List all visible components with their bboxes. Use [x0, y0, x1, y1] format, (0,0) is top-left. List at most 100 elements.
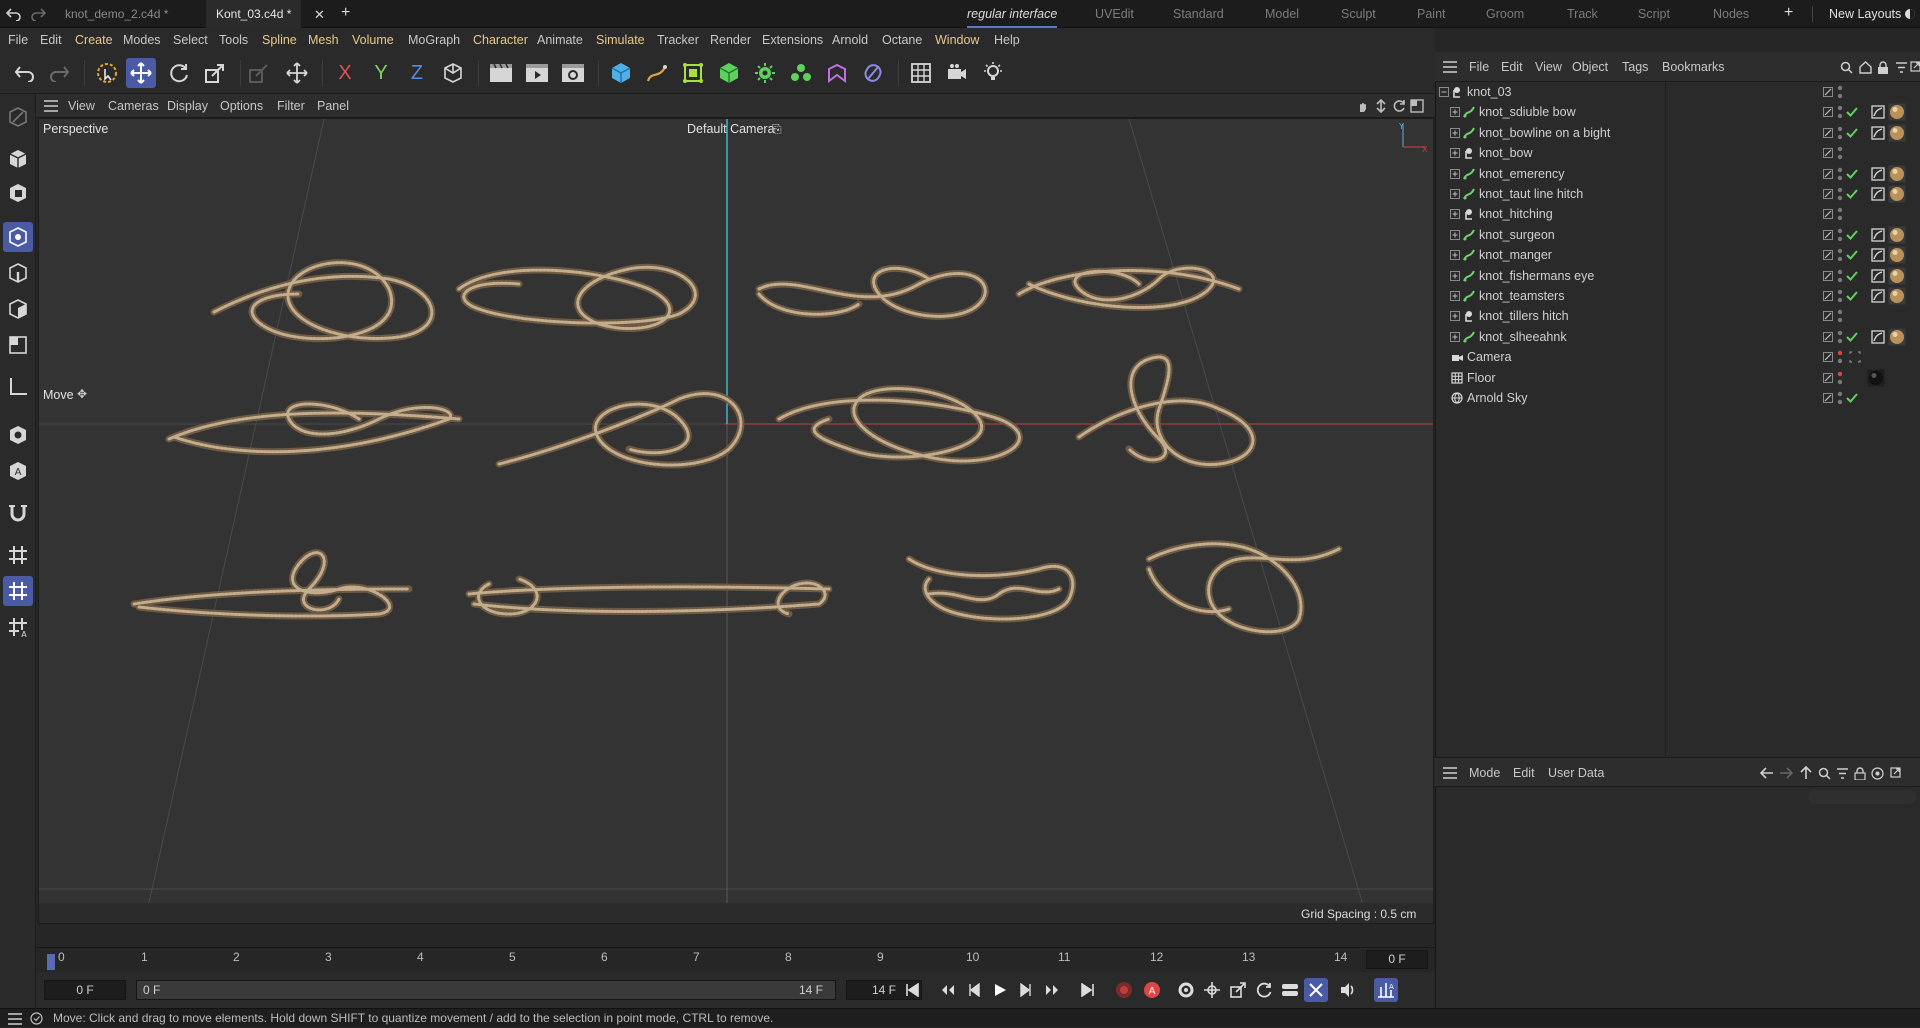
locked-workplane-icon[interactable] — [3, 576, 33, 606]
am-back-icon[interactable] — [1760, 767, 1774, 779]
next-frame-icon[interactable] — [1014, 978, 1038, 1002]
menu-edit[interactable]: Edit — [40, 28, 62, 52]
tab-knot-demo[interactable]: knot_demo_2.c4d * — [65, 0, 168, 28]
am-menu-mode[interactable]: Mode — [1469, 758, 1500, 788]
layer-edit-icon[interactable] — [1823, 168, 1833, 179]
visibility-dots-icon[interactable] — [1837, 349, 1843, 365]
visibility-dots-icon[interactable] — [1837, 166, 1843, 182]
phong-tag-icon[interactable] — [1871, 248, 1885, 262]
layer-edit-icon[interactable] — [1823, 148, 1833, 159]
polygon-mode-icon[interactable] — [3, 294, 33, 324]
attribute-manager-menu-icon[interactable] — [1443, 767, 1457, 779]
layout-nodes[interactable]: Nodes — [1713, 0, 1749, 28]
material-tag-icon[interactable] — [1888, 226, 1906, 244]
viewport-menu-cameras[interactable]: Cameras — [108, 94, 159, 118]
pan-view-icon[interactable] — [1356, 99, 1370, 113]
axis-z-icon[interactable]: Z — [402, 58, 432, 88]
collapse-toggle-icon[interactable] — [1439, 87, 1449, 97]
expand-toggle-icon[interactable] — [1450, 250, 1460, 261]
menu-mograph[interactable]: MoGraph — [408, 28, 460, 52]
hamburger-icon[interactable] — [44, 100, 58, 112]
phong-tag-icon[interactable] — [1871, 228, 1885, 242]
layout-script[interactable]: Script — [1638, 0, 1670, 28]
undo-icon[interactable] — [10, 58, 40, 88]
grid-icon[interactable] — [906, 58, 936, 88]
go-to-start-icon[interactable] — [900, 978, 924, 1002]
material-tag-icon[interactable] — [1888, 165, 1906, 183]
viewport-menu-view[interactable]: View — [68, 94, 95, 118]
edge-mode-icon[interactable] — [3, 258, 33, 288]
om-menu-edit[interactable]: Edit — [1501, 52, 1523, 82]
workplane-icon[interactable] — [3, 540, 33, 570]
object-name[interactable]: Camera — [1467, 347, 1511, 367]
om-lock-icon[interactable] — [1877, 61, 1889, 74]
layout-regular-interface[interactable]: regular interface — [967, 0, 1058, 28]
object-row-knot_teamsters[interactable]: knot_teamsters — [1435, 286, 1920, 306]
object-name[interactable]: knot_03 — [1467, 82, 1511, 102]
enabled-check-icon[interactable] — [1846, 127, 1858, 139]
orbit-view-icon[interactable] — [1392, 99, 1406, 113]
om-menu-object[interactable]: Object — [1572, 52, 1608, 82]
axis-x-icon[interactable]: X — [330, 58, 360, 88]
menu-simulate[interactable]: Simulate — [596, 28, 645, 52]
layout-menu-icon[interactable] — [8, 1013, 22, 1025]
object-row-knot_fishermans-eye[interactable]: knot_fishermans eye — [1435, 266, 1920, 286]
redo-icon[interactable] — [44, 58, 74, 88]
menu-help[interactable]: Help — [994, 28, 1020, 52]
om-expand-icon[interactable] — [1910, 61, 1920, 72]
layer-edit-icon[interactable] — [1823, 209, 1833, 220]
phong-tag-icon[interactable] — [1871, 105, 1885, 120]
material-tag-icon[interactable] — [1888, 246, 1906, 264]
visibility-dots-icon[interactable] — [1837, 104, 1843, 120]
menu-extensions[interactable]: Extensions — [762, 28, 823, 52]
viewport-menu-filter[interactable]: Filter — [277, 94, 305, 118]
axis-mode-icon[interactable] — [3, 372, 33, 402]
object-name[interactable]: knot_teamsters — [1479, 286, 1564, 306]
rotate-icon[interactable] — [164, 58, 194, 88]
history-forward-icon[interactable] — [30, 7, 46, 21]
object-name[interactable]: Floor — [1467, 368, 1495, 388]
visibility-dots-icon[interactable] — [1837, 308, 1843, 324]
expand-toggle-icon[interactable] — [1450, 189, 1460, 199]
layer-edit-icon[interactable] — [1823, 311, 1833, 322]
history-back-icon[interactable] — [6, 7, 22, 21]
start-frame-field[interactable]: 0 F — [44, 980, 126, 1000]
next-key-icon[interactable] — [1040, 978, 1064, 1002]
current-frame-field[interactable]: 0 F — [1366, 950, 1428, 969]
layout-menu-icon[interactable] — [1904, 8, 1916, 20]
viewport-menu-display[interactable]: Display — [167, 94, 208, 118]
om-search-icon[interactable] — [1840, 61, 1853, 74]
visibility-dots-icon[interactable] — [1837, 206, 1843, 222]
floor-material-tag-icon[interactable] — [1867, 369, 1885, 387]
visibility-dots-icon[interactable] — [1837, 145, 1843, 161]
light-icon[interactable] — [978, 58, 1008, 88]
am-target-icon[interactable] — [1871, 767, 1884, 780]
autokey-icon[interactable]: A — [1140, 978, 1164, 1002]
enabled-check-icon[interactable] — [1846, 270, 1858, 282]
layer-edit-icon[interactable] — [1823, 229, 1833, 240]
menu-octane[interactable]: Octane — [882, 28, 922, 52]
add-layout-icon[interactable]: + — [1784, 4, 1793, 22]
expand-toggle-icon[interactable] — [1450, 270, 1460, 281]
new-layouts-button[interactable]: New Layouts — [1829, 0, 1901, 28]
enabled-check-icon[interactable] — [1846, 229, 1858, 241]
go-to-end-icon[interactable] — [1076, 978, 1100, 1002]
extrude-icon[interactable] — [714, 58, 744, 88]
object-row-arnold-sky[interactable]: Arnold Sky — [1435, 388, 1920, 408]
axis-y-icon[interactable]: Y — [366, 58, 396, 88]
layout-groom[interactable]: Groom — [1486, 0, 1524, 28]
dolly-view-icon[interactable] — [1374, 99, 1388, 113]
visibility-dots-icon[interactable] — [1837, 186, 1843, 202]
key-pla-icon[interactable] — [1304, 978, 1328, 1002]
object-name[interactable]: knot_sdiuble bow — [1479, 102, 1576, 122]
object-row-knot_manger[interactable]: knot_manger — [1435, 245, 1920, 265]
key-scale-icon[interactable] — [1226, 978, 1250, 1002]
menu-animate[interactable]: Animate — [537, 28, 583, 52]
object-name[interactable]: knot_bowline on a bight — [1479, 123, 1610, 143]
cloner-icon[interactable] — [750, 58, 780, 88]
viewport-menu-panel[interactable]: Panel — [317, 94, 349, 118]
object-row-floor[interactable]: Floor — [1435, 368, 1920, 388]
object-row-knot_bowline-on-a-bight[interactable]: knot_bowline on a bight — [1435, 123, 1920, 143]
3d-viewport[interactable]: Y X Perspective Default Camera ⎘ Move ✥ … — [38, 118, 1434, 924]
material-tag-icon[interactable] — [1888, 287, 1906, 305]
